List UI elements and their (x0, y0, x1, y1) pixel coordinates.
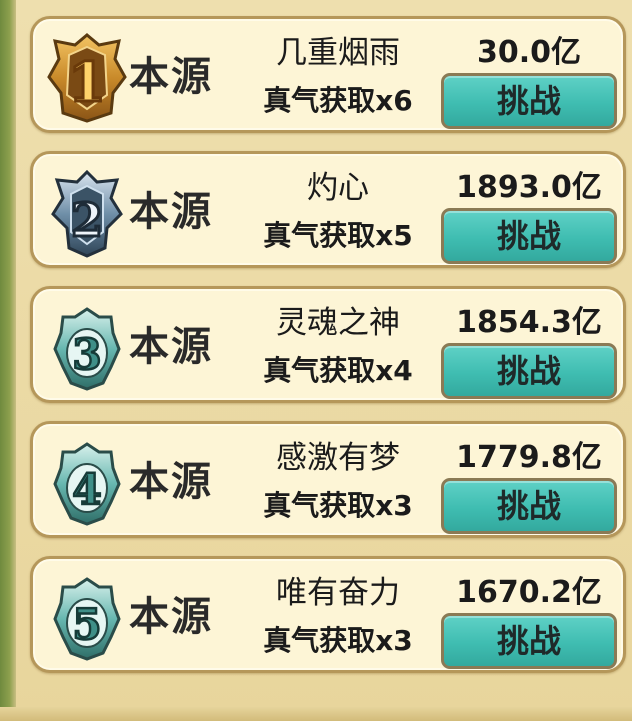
ranking-panel: 1 本源 几重烟雨 真气获取x6 30.0亿 挑战 2 本源 灼心 真气获取x5… (0, 0, 632, 721)
jade-rank-badge-icon: 5 (47, 573, 127, 663)
challenge-button[interactable]: 挑战 (441, 478, 617, 534)
player-name: 灵魂之神 (276, 305, 400, 341)
gold-rank-badge-icon: 1 (47, 33, 127, 123)
rank-number: 5 (72, 600, 101, 649)
power-value: 30.0亿 (476, 35, 582, 70)
rank-number: 4 (72, 465, 101, 514)
type-label: 本源 (129, 188, 213, 235)
type-label: 本源 (129, 593, 213, 640)
silver-rank-badge-icon: 2 (47, 168, 127, 258)
ranking-card-2: 2 本源 灼心 真气获取x5 1893.0亿 挑战 (30, 151, 626, 268)
challenge-button[interactable]: 挑战 (441, 343, 617, 399)
bonus-text: 真气获取x4 (263, 354, 413, 387)
type-label: 本源 (129, 323, 213, 370)
challenge-button[interactable]: 挑战 (441, 613, 617, 669)
ranking-card-4: 4 本源 感激有梦 真气获取x3 1779.8亿 挑战 (30, 421, 626, 538)
power-value: 1893.0亿 (456, 170, 602, 205)
rank-number: 3 (72, 330, 101, 379)
ranking-card-1: 1 本源 几重烟雨 真气获取x6 30.0亿 挑战 (30, 16, 626, 133)
player-name: 唯有奋力 (276, 575, 400, 611)
player-name: 感激有梦 (276, 440, 400, 476)
bonus-text: 真气获取x3 (263, 489, 413, 522)
panel-bottom-edge (0, 707, 632, 721)
bonus-text: 真气获取x5 (263, 219, 413, 252)
background-edge (0, 0, 16, 721)
type-label: 本源 (129, 458, 213, 505)
jade-rank-badge-icon: 4 (47, 438, 127, 528)
ranking-card-3: 3 本源 灵魂之神 真气获取x4 1854.3亿 挑战 (30, 286, 626, 403)
rank-number: 2 (71, 193, 103, 247)
bonus-text: 真气获取x6 (263, 84, 413, 117)
type-label: 本源 (129, 53, 213, 100)
power-value: 1670.2亿 (456, 575, 602, 610)
challenge-button[interactable]: 挑战 (441, 208, 617, 264)
bonus-text: 真气获取x3 (263, 624, 413, 657)
player-name: 几重烟雨 (276, 35, 400, 71)
power-value: 1779.8亿 (456, 440, 602, 475)
challenge-button[interactable]: 挑战 (441, 73, 617, 129)
jade-rank-badge-icon: 3 (47, 303, 127, 393)
power-value: 1854.3亿 (456, 305, 602, 340)
rank-number: 1 (68, 50, 106, 114)
ranking-card-5: 5 本源 唯有奋力 真气获取x3 1670.2亿 挑战 (30, 556, 626, 673)
player-name: 灼心 (307, 170, 369, 206)
